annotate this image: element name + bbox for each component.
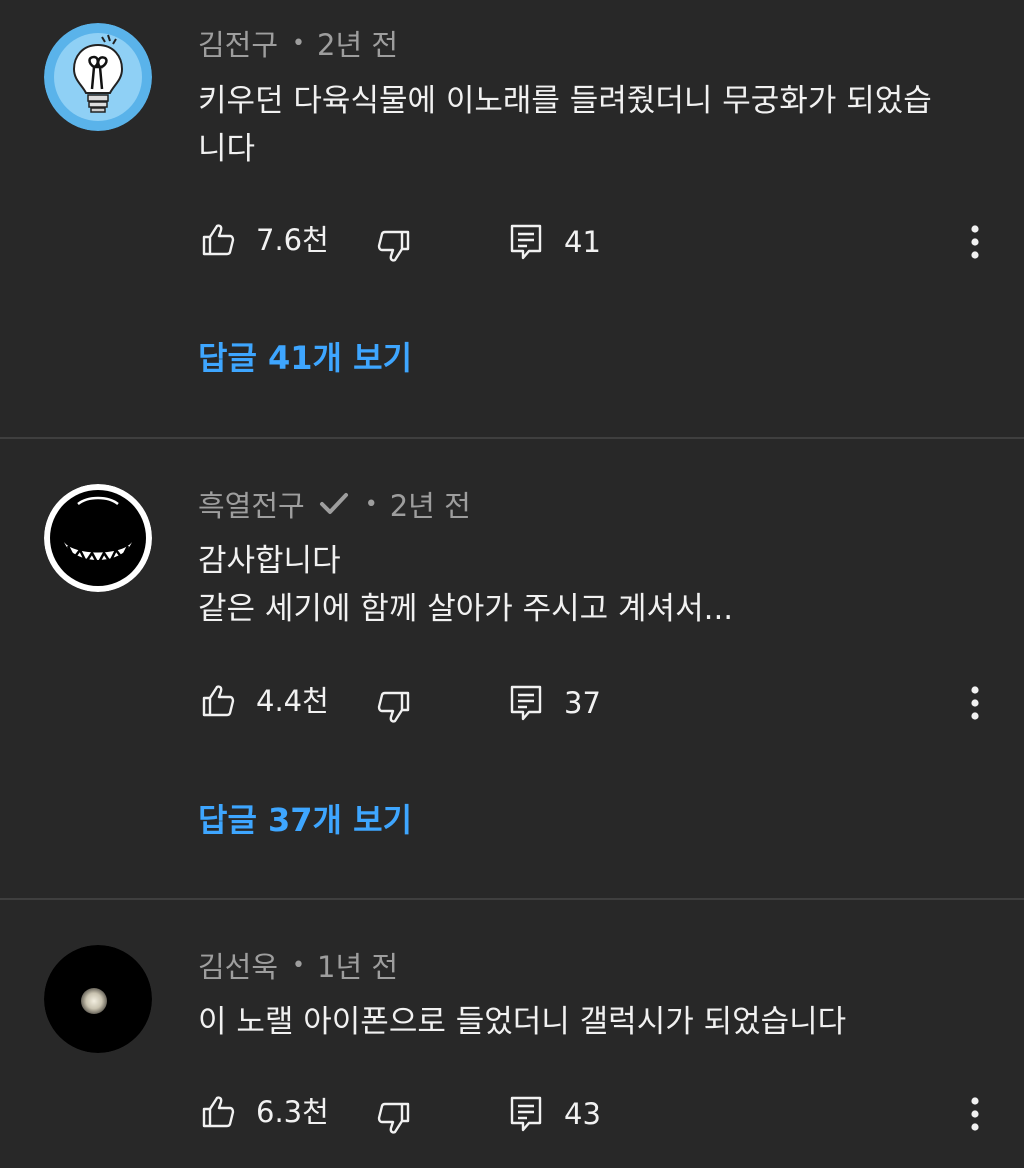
reply-button[interactable]: [506, 220, 546, 264]
like-count: 6.3천: [256, 1095, 329, 1129]
reply-count: 43: [564, 1097, 601, 1131]
view-replies-link[interactable]: 답글 37개 보기: [198, 796, 412, 844]
grin-face-avatar-icon: [44, 484, 152, 592]
reply-count: 41: [564, 225, 601, 259]
more-options-button[interactable]: [955, 1092, 995, 1136]
comment-actions: 6.3천 43: [198, 1090, 998, 1134]
reply-count: 37: [564, 686, 601, 720]
comment-text-line: 이 노랠 아이폰으로 들었더니 갤럭시가 되었습니다: [198, 1004, 847, 1040]
like-button[interactable]: [198, 1090, 238, 1134]
thumbs-up-icon: [202, 685, 235, 717]
dislike-button[interactable]: [374, 224, 414, 268]
comment-meta: 김선욱 • 1년 전: [198, 943, 398, 987]
like-button[interactable]: [198, 679, 238, 723]
verified-check-icon: [317, 489, 351, 519]
lightbulb-avatar-icon: [44, 23, 152, 131]
dislike-button[interactable]: [374, 685, 414, 729]
thumbs-down-icon: [377, 230, 410, 262]
comment-text: 키우던 다육식물에 이노래를 들려줬더니 무궁화가 되었습 니다: [198, 77, 998, 173]
divider: [0, 898, 1024, 900]
thumbs-up-icon: [202, 224, 235, 256]
more-options-button[interactable]: [955, 681, 995, 725]
author-name[interactable]: 김전구: [198, 22, 278, 64]
comment-text-line: 키우던 다육식물에 이노래를 들려줬더니 무궁화가 되었습: [198, 83, 932, 119]
divider: [0, 437, 1024, 439]
reply-button[interactable]: [506, 1092, 546, 1136]
author-name[interactable]: 흑열전구: [198, 483, 305, 525]
reply-button[interactable]: [506, 681, 546, 725]
comment-text: 감사합니다 같은 세기에 함께 살아가 주시고 계셔서...: [198, 537, 998, 633]
thumbs-up-icon: [202, 1096, 235, 1128]
avatar[interactable]: [44, 945, 152, 1053]
dislike-button[interactable]: [374, 1096, 414, 1140]
comment-text-line: 감사합니다: [198, 543, 341, 579]
avatar[interactable]: [44, 484, 152, 592]
author-name[interactable]: 김선욱: [198, 944, 278, 986]
comment-text-line: 니다: [198, 131, 256, 167]
meta-separator: •: [364, 491, 378, 517]
moon-avatar-icon: [44, 945, 152, 1053]
comment-actions: 4.4천 37: [198, 679, 998, 723]
comment-text: 이 노랠 아이폰으로 들었더니 갤럭시가 되었습니다: [198, 998, 998, 1046]
meta-separator: •: [292, 952, 306, 978]
comment-actions: 7.6천 41: [198, 218, 998, 262]
like-button[interactable]: [198, 218, 238, 262]
thumbs-down-icon: [377, 691, 410, 723]
comment-icon: [510, 1096, 542, 1132]
comment-time: 2년 전: [389, 489, 471, 523]
like-count: 7.6천: [256, 223, 329, 257]
comment-time: 1년 전: [317, 950, 399, 984]
more-options-button[interactable]: [955, 220, 995, 264]
more-vert-icon: [971, 225, 979, 259]
more-vert-icon: [971, 1097, 979, 1131]
meta-separator: •: [292, 30, 306, 56]
like-count: 4.4천: [256, 684, 329, 718]
avatar[interactable]: [44, 23, 152, 131]
comment-meta: 흑열전구 • 2년 전: [198, 482, 471, 526]
comment-meta: 김전구 • 2년 전: [198, 21, 398, 65]
comment-icon: [510, 685, 542, 721]
thumbs-down-icon: [377, 1102, 410, 1134]
view-replies-link[interactable]: 답글 41개 보기: [198, 334, 412, 382]
comment-time: 2년 전: [317, 28, 399, 62]
comment-icon: [510, 224, 542, 260]
comment-text-line: 같은 세기에 함께 살아가 주시고 계셔서...: [198, 591, 734, 627]
more-vert-icon: [971, 686, 979, 720]
